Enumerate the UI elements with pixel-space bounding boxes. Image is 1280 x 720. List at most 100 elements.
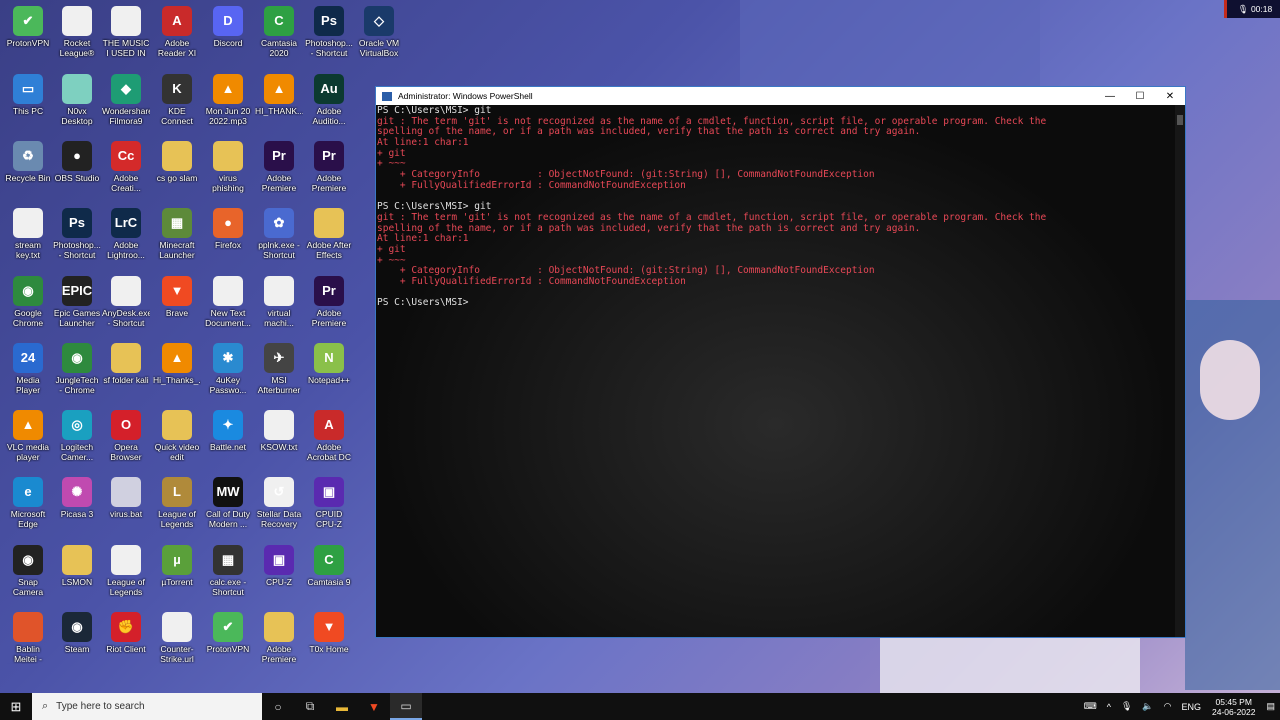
desktop-icon-picasa[interactable]: ✺ Picasa 3 — [53, 477, 101, 519]
desktop-icon-google-chrome[interactable]: ◉ Google Chrome — [4, 276, 52, 328]
desktop-icon-creative-cloud[interactable]: Cc Adobe Creati... — [102, 141, 150, 193]
adobe-reader-icon: A — [162, 6, 192, 36]
notification-icon[interactable]: ▤ — [1266, 701, 1275, 712]
desktop-icon-counter-strike[interactable]: Counter-Strike.url — [153, 612, 201, 664]
desktop-icon-rocket-league[interactable]: Rocket League® — [53, 6, 101, 58]
desktop-icon-virus-phishing[interactable]: virus phishing — [204, 141, 252, 193]
recording-indicator[interactable]: 🎙 00:18 — [1224, 0, 1280, 18]
desktop-icon-pplnk[interactable]: ✿ pplnk.exe - Shortcut — [255, 208, 303, 260]
desktop-icon-battle-net[interactable]: ✦ Battle.net — [204, 410, 252, 452]
desktop-icon-jungletech-chrome[interactable]: ◉ JungleTech - Chrome — [53, 343, 101, 395]
desktop-icon-media-player-classic[interactable]: 24Media Player Classic — [4, 343, 52, 395]
desktop-icon-lightroom[interactable]: LrC Adobe Lightroo... — [102, 208, 150, 260]
desktop-icon-cpuz-1[interactable]: ▣ CPUID CPU-Z — [305, 477, 353, 529]
desktop-icon-recycle-bin[interactable]: ♻ Recycle Bin — [4, 141, 52, 183]
desktop-icon-virtualbox[interactable]: ◇ Oracle VM VirtualBox — [355, 6, 403, 58]
desktop-icon-cpuz-2[interactable]: ▣ CPU-Z — [255, 545, 303, 587]
wifi-icon[interactable]: ◠ — [1164, 701, 1172, 712]
desktop-icon-epic-games[interactable]: EPIC Epic Games Launcher — [53, 276, 101, 328]
chevron-up-icon[interactable]: ^ — [1107, 702, 1111, 712]
desktop-icon-n0vx[interactable]: N0vx Desktop — [53, 74, 101, 126]
desktop-icon-obs[interactable]: ● OBS Studio — [53, 141, 101, 183]
console-output[interactable]: PS C:\Users\MSI> git git : The term 'git'… — [376, 105, 1175, 637]
cpuz-2-icon: ▣ — [264, 545, 294, 575]
desktop-icon-brave[interactable]: ▼ Brave — [153, 276, 201, 318]
desktop-icon-sf-folder-kali[interactable]: sf folder kali — [102, 343, 150, 385]
desktop-icon-discord[interactable]: D Discord — [204, 6, 252, 48]
scrollbar[interactable] — [1175, 105, 1185, 637]
desktop-icon-microsoft-edge[interactable]: e Microsoft Edge — [4, 477, 52, 529]
desktop-icon-quick-video-edit[interactable]: Quick video edit — [153, 410, 201, 462]
desktop-icon-t-home[interactable]: ▼ T0x Home — [305, 612, 353, 654]
desktop-icon-steam[interactable]: ◉ Steam — [53, 612, 101, 654]
desktop-icon-photoshop-shortcut-2[interactable]: Ps Photoshop... - Shortcut — [53, 208, 101, 260]
desktop-icon-adobe-audition[interactable]: Au Adobe Auditio... — [305, 74, 353, 126]
desktop-icon-camtasia-9[interactable]: C Camtasia 9 — [305, 545, 353, 587]
desktop-icon-adobe-reader[interactable]: A Adobe Reader XI — [153, 6, 201, 58]
desktop-icon-premiere-1[interactable]: PrAdobe Premiere P... — [255, 141, 303, 193]
desktop-icon-protonvpn[interactable]: ✔ ProtonVPN — [4, 6, 52, 48]
desktop-icon-ksow[interactable]: KSOW.txt — [255, 410, 303, 452]
desktop-icon-league-1[interactable]: L League of Legends — [153, 477, 201, 529]
search-input[interactable]: Type here to search — [56, 701, 144, 712]
desktop-icon-photoshop-shortcut-1[interactable]: Ps Photoshop... - Shortcut — [305, 6, 353, 58]
desktop-icon-anydesk[interactable]: AnyDesk.exe - Shortcut — [102, 276, 150, 328]
desktop-icon-opera[interactable]: O Opera Browser — [102, 410, 150, 462]
start-button[interactable]: ⊞ — [0, 693, 32, 720]
brave-taskbar-button[interactable]: ▼ — [358, 693, 390, 720]
clock[interactable]: 05:45 PM 24-06-2022 — [1212, 697, 1255, 717]
desktop-icon-new-text-doc[interactable]: New Text Document... — [204, 276, 252, 328]
desktop-icon-4ukey[interactable]: ✱ 4uKey Passwo... — [204, 343, 252, 395]
call-of-duty-icon: MW — [213, 477, 243, 507]
desktop-icon-snap-camera[interactable]: ◉ Snap Camera — [4, 545, 52, 597]
powershell-window[interactable]: Administrator: Windows PowerShell — ☐ ✕ … — [375, 86, 1186, 638]
desktop-icon-stellar[interactable]: ↺ Stellar Data Recovery — [255, 477, 303, 529]
desktop-icon-virus-bat[interactable]: virus.bat — [102, 477, 150, 519]
desktop-icon-hi-thanks-2[interactable]: ▲ Hi_Thanks_... — [153, 343, 201, 385]
minimize-button[interactable]: — — [1095, 91, 1125, 102]
search-box[interactable]: ⌕ Type here to search — [32, 693, 262, 720]
desktop-icon-acrobat-dc[interactable]: A Adobe Acrobat DC — [305, 410, 353, 462]
desktop-icon-logitech-camera[interactable]: ◎ Logitech Camer... — [53, 410, 101, 462]
file-explorer-button[interactable]: ▬ — [326, 693, 358, 720]
desktop-icon-this-pc[interactable]: ▭ This PC — [4, 74, 52, 116]
desktop-icon-premiere-2[interactable]: PrAdobe Premiere P... — [305, 141, 353, 193]
desktop-icon-riot-client[interactable]: ✊ Riot Client — [102, 612, 150, 654]
scrollbar-thumb[interactable] — [1177, 115, 1183, 125]
desktop-icon-camtasia[interactable]: C Camtasia 2020 — [255, 6, 303, 58]
speaker-icon[interactable]: 🔈 — [1142, 701, 1153, 712]
desktop-icon-firefox[interactable]: ● Firefox — [204, 208, 252, 250]
powershell-taskbar-button[interactable]: ▭ — [390, 693, 422, 720]
desktop-icon-label: THE MUSIC I USED IN TH... — [102, 38, 150, 58]
desktop-icon-virtual-machine[interactable]: virtual machi... — [255, 276, 303, 328]
desktop-icon-hi-thank[interactable]: ▲ HI_THANK... — [255, 74, 303, 116]
desktop-icon-vlc[interactable]: ▲ VLC media player — [4, 410, 52, 462]
desktop-icon-the-music[interactable]: THE MUSIC I USED IN TH... — [102, 6, 150, 58]
window-titlebar[interactable]: Administrator: Windows PowerShell — ☐ ✕ — [376, 87, 1185, 105]
desktop-icon-cs-go-slam[interactable]: cs go slam — [153, 141, 201, 183]
desktop-icon-notepadpp[interactable]: N Notepad++ — [305, 343, 353, 385]
task-view-button[interactable]: ⧉ — [294, 693, 326, 720]
language-indicator[interactable]: ENG — [1181, 702, 1201, 712]
maximize-button[interactable]: ☐ — [1125, 91, 1155, 102]
desktop-icon-filmora[interactable]: ◆ Wondershare Filmora9 — [102, 74, 150, 126]
desktop-icon-premiere-3[interactable]: PrAdobe Premiere P... — [305, 276, 353, 328]
microphone-tray-icon[interactable]: 🎙 — [1121, 701, 1132, 712]
desktop-icon-minecraft[interactable]: ▦ Minecraft Launcher — [153, 208, 201, 260]
desktop-icon-call-of-duty[interactable]: MW Call of Duty Modern ... — [204, 477, 252, 529]
desktop-icon-stream-key[interactable]: stream key.txt — [4, 208, 52, 260]
desktop-icon-after-effects[interactable]: Adobe After Effects 202... — [305, 208, 353, 260]
cortana-button[interactable]: ○ — [262, 693, 294, 720]
desktop-icon-msi-afterburner[interactable]: ✈ MSI Afterburner — [255, 343, 303, 395]
desktop-icon-bablin-meitei[interactable]: Bablin Meitei - YouTube... — [4, 612, 52, 664]
desktop-icon-protonvpn-2[interactable]: ✔ ProtonVPN — [204, 612, 252, 654]
close-button[interactable]: ✕ — [1155, 91, 1185, 102]
desktop-icon-league-2[interactable]: League of Legends — [102, 545, 150, 597]
desktop-icon-utorrent[interactable]: µ µTorrent — [153, 545, 201, 587]
desktop-icon-lsmon[interactable]: LSMON — [53, 545, 101, 587]
desktop-icon-mon-jun[interactable]: ▲ Mon Jun 20 2022.mp3 — [204, 74, 252, 126]
desktop-icon-calc-shortcut[interactable]: ▦ calc.exe - Shortcut — [204, 545, 252, 597]
keyboard-icon[interactable]: ⌨ — [1084, 701, 1097, 712]
desktop-icon-kde-connect[interactable]: K KDE Connect — [153, 74, 201, 126]
desktop-icon-premiere-4[interactable]: Adobe Premiere P... — [255, 612, 303, 664]
